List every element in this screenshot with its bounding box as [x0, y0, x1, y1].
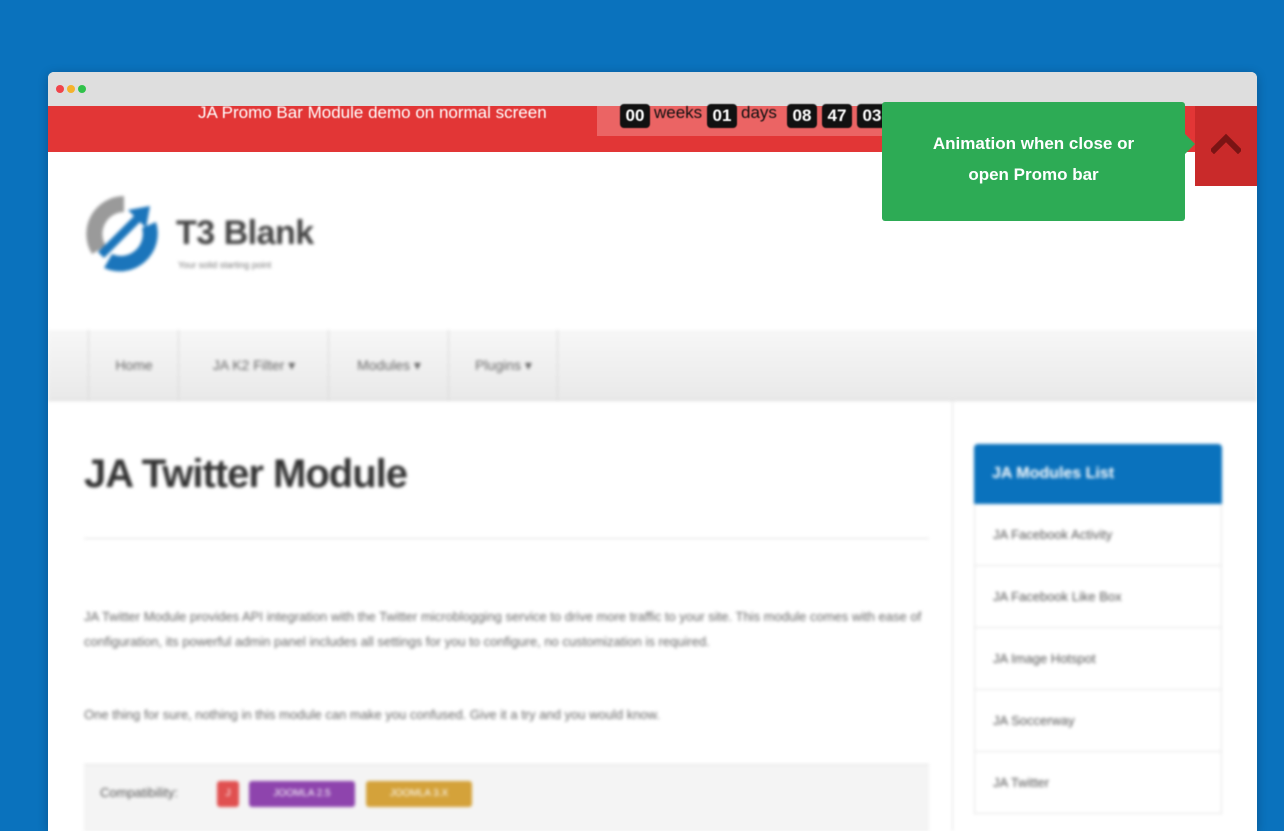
- nav-divider: [557, 330, 558, 400]
- nav-item-modules[interactable]: Modules ▾: [328, 330, 449, 400]
- animation-tooltip: Animation when close or open Promo bar: [882, 102, 1195, 221]
- joomla-badge-icon: J: [217, 781, 239, 807]
- nav-item-home[interactable]: Home: [88, 330, 179, 400]
- tooltip-line-1: Animation when close or: [932, 134, 1135, 153]
- countdown-days: 01: [707, 104, 737, 128]
- second-paragraph: One thing for sure, nothing in this modu…: [84, 707, 660, 722]
- sidebar-item-soccerway[interactable]: JA Soccerway: [974, 690, 1222, 752]
- countdown-minutes: 47: [822, 104, 852, 128]
- logo-title[interactable]: T3 Blank: [176, 214, 314, 253]
- countdown-days-label: days: [741, 103, 777, 122]
- maximize-window-dot[interactable]: [78, 85, 86, 93]
- countdown-hours: 08: [787, 104, 817, 128]
- nav-item-k2-filter[interactable]: JA K2 Filter ▾: [178, 330, 329, 400]
- compatibility-label: Compatibility:: [100, 785, 179, 800]
- joomla-3x-badge: JOOMLA 3.X: [366, 781, 472, 807]
- sidebar-item-facebook-activity[interactable]: JA Facebook Activity: [974, 504, 1222, 566]
- tooltip-line-2: open Promo bar: [968, 165, 1099, 184]
- compatibility-box: Compatibility: J JOOMLA 2.5 JOOMLA 3.X: [84, 764, 929, 831]
- sidebar-item-image-hotspot[interactable]: JA Image Hotspot: [974, 628, 1222, 690]
- intro-paragraph: JA Twitter Module provides API integrati…: [84, 609, 922, 649]
- window-titlebar: [48, 72, 1257, 106]
- sidebar-title: JA Modules List: [974, 444, 1222, 504]
- sidebar-divider: [952, 400, 953, 831]
- countdown-weeks: 00: [620, 104, 650, 128]
- minimize-window-dot[interactable]: [67, 85, 75, 93]
- countdown-weeks-label: weeks: [654, 103, 703, 122]
- logo-tagline: Your solid starting point: [178, 260, 272, 270]
- logo-icon[interactable]: [84, 192, 164, 276]
- main-nav: Home JA K2 Filter ▾ Modules ▾ Plugins ▾: [48, 330, 1257, 401]
- sidebar-item-facebook-like-box[interactable]: JA Facebook Like Box: [974, 566, 1222, 628]
- title-divider: [84, 538, 929, 539]
- site-content: T3 Blank Your solid starting point Home …: [48, 152, 1257, 831]
- browser-window: JA Promo Bar Module demo on normal scree…: [48, 72, 1257, 831]
- page-title: JA Twitter Module: [84, 452, 408, 496]
- close-window-dot[interactable]: [56, 85, 64, 93]
- chevron-up-icon: [1211, 133, 1241, 154]
- sidebar-item-twitter[interactable]: JA Twitter: [974, 752, 1222, 814]
- nav-item-plugins[interactable]: Plugins ▾: [448, 330, 558, 400]
- countdown-timer: 00 weeks 01 days 08 47 03: [597, 103, 897, 136]
- promo-bar-text: JA Promo Bar Module demo on normal scree…: [198, 103, 547, 122]
- joomla-25-badge: JOOMLA 2.5: [249, 781, 355, 807]
